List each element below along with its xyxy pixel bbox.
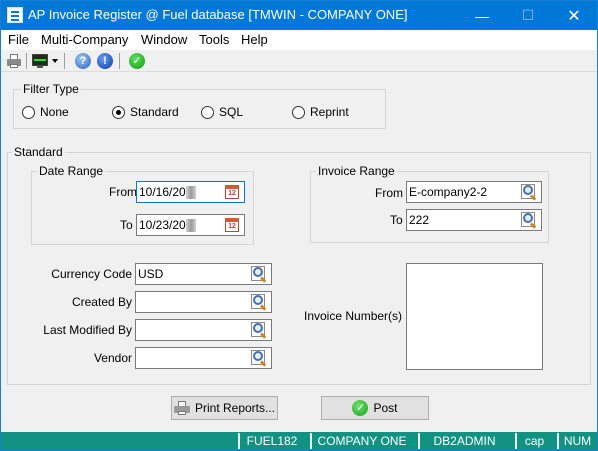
radio-circle[interactable] — [22, 105, 35, 119]
lookup-icon[interactable] — [251, 322, 267, 339]
radio-label: Standard — [130, 105, 179, 119]
invoice-to-value: 222 — [409, 213, 430, 227]
check-icon: ✓ — [352, 400, 369, 416]
radio-circle[interactable] — [292, 105, 305, 119]
menu-bar: File Multi-Company Window Tools Help — [1, 30, 597, 50]
standard-label: Standard — [12, 145, 65, 159]
printer-icon — [173, 400, 190, 416]
menu-file[interactable]: File — [8, 32, 29, 47]
toolbar: ? ! ✓ — [1, 50, 597, 72]
currency-code-value: USD — [138, 267, 164, 281]
toolbar-separator — [119, 53, 120, 69]
status-database: FUEL182 — [238, 433, 304, 449]
radio-standard[interactable]: Standard — [112, 105, 179, 119]
calendar-icon[interactable]: 12 — [224, 217, 240, 233]
invoice-from-field[interactable]: E-company2-2 — [406, 181, 542, 203]
printer-icon[interactable] — [6, 53, 22, 69]
currency-code-label: Currency Code — [51, 267, 132, 281]
last-modified-by-field[interactable] — [135, 319, 272, 341]
lookup-icon[interactable] — [251, 266, 267, 283]
radio-circle-selected[interactable] — [112, 105, 125, 119]
status-caps: cap — [515, 433, 552, 449]
currency-code-field[interactable]: USD — [135, 263, 272, 285]
created-by-field[interactable] — [135, 291, 272, 313]
post-button[interactable]: ✓ Post — [321, 396, 429, 420]
toolbar-separator — [26, 53, 27, 69]
menu-help[interactable]: Help — [241, 32, 268, 47]
date-to-field[interactable]: 10/23/20 12 — [136, 214, 245, 236]
post-label: Post — [373, 401, 398, 415]
vendor-label: Vendor — [93, 351, 132, 365]
app-icon — [7, 7, 23, 23]
print-reports-button[interactable]: Print Reports... — [171, 396, 278, 420]
lookup-icon[interactable] — [251, 294, 267, 311]
status-company: COMPANY ONE — [310, 433, 412, 449]
print-reports-label: Print Reports... — [194, 401, 276, 415]
invoice-from-value: E-company2-2 — [409, 185, 488, 199]
lookup-icon[interactable] — [251, 350, 267, 367]
close-button[interactable]: ✕ — [551, 1, 597, 30]
invoice-range-label: Invoice Range — [316, 164, 397, 178]
invoice-to-field[interactable]: 222 — [406, 209, 542, 231]
redacted-text — [186, 186, 196, 199]
calendar-icon[interactable]: 12 — [224, 184, 240, 200]
window-title: AP Invoice Register @ Fuel database [TMW… — [28, 7, 408, 22]
invoice-to-label: To — [390, 213, 403, 227]
date-to-label: To — [120, 218, 133, 232]
date-from-value: 10/16/20 — [139, 185, 186, 199]
help-icon[interactable]: ? — [75, 53, 91, 69]
menu-window[interactable]: Window — [141, 32, 187, 47]
date-range-label: Date Range — [37, 164, 106, 178]
menu-multi-company[interactable]: Multi-Company — [41, 32, 128, 47]
status-bar: FUEL182 COMPANY ONE DB2ADMIN cap NUM — [1, 432, 597, 450]
last-modified-by-label: Last Modified By — [43, 323, 132, 337]
radio-label: SQL — [219, 105, 244, 119]
radio-label: Reprint — [310, 105, 349, 119]
radio-circle[interactable] — [201, 105, 214, 119]
menu-tools[interactable]: Tools — [199, 32, 229, 47]
info-icon[interactable]: ! — [97, 53, 113, 69]
lookup-icon[interactable] — [521, 184, 537, 201]
date-to-value: 10/23/20 — [139, 218, 186, 232]
redacted-text — [186, 219, 196, 232]
radio-label: None — [40, 105, 69, 119]
status-user: DB2ADMIN — [418, 433, 509, 449]
date-from-field[interactable]: 10/16/20 12 — [136, 181, 245, 203]
title-bar[interactable]: AP Invoice Register @ Fuel database [TMW… — [1, 1, 597, 30]
minimize-button[interactable]: — — [459, 1, 505, 30]
invoice-numbers-listbox[interactable] — [406, 263, 543, 370]
toolbar-separator — [64, 53, 65, 69]
invoice-numbers-label: Invoice Number(s) — [304, 309, 403, 323]
radio-reprint[interactable]: Reprint — [292, 105, 349, 119]
date-from-label: From — [109, 185, 137, 199]
monitor-icon[interactable] — [32, 53, 48, 69]
filter-type-label: Filter Type — [21, 82, 81, 96]
created-by-label: Created By — [71, 295, 132, 309]
status-num: NUM — [557, 433, 596, 449]
vendor-field[interactable] — [135, 347, 272, 369]
app-window: AP Invoice Register @ Fuel database [TMW… — [0, 0, 598, 451]
radio-none[interactable]: None — [22, 105, 69, 119]
invoice-from-label: From — [375, 186, 403, 200]
radio-sql[interactable]: SQL — [201, 105, 243, 119]
lookup-icon[interactable] — [521, 212, 537, 229]
chevron-down-icon[interactable] — [52, 59, 58, 63]
maximize-button[interactable]: ☐ — [505, 1, 551, 30]
ok-icon[interactable]: ✓ — [129, 53, 145, 69]
